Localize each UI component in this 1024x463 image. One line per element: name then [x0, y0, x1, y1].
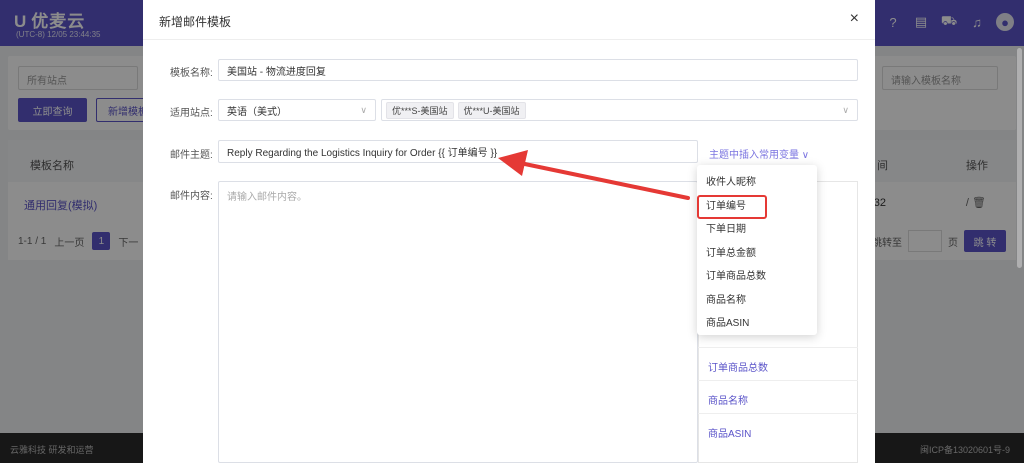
variables-dropdown-menu: 收件人昵称 订单编号 下单日期 订单总金额 订单商品总数 商品名称 商品ASIN [697, 165, 817, 335]
page-scrollbar[interactable] [1017, 48, 1022, 268]
subject-input[interactable]: Reply Regarding the Logistics Inquiry fo… [218, 140, 698, 163]
template-name-label: 模板名称: [170, 68, 213, 79]
menu-item-product-name[interactable]: 商品名称 [697, 287, 817, 311]
site-tag[interactable]: 优***S-美国站 [386, 101, 454, 119]
menu-item-order-date[interactable]: 下单日期 [697, 216, 817, 240]
variable-item[interactable]: 商品名称 [708, 392, 748, 407]
template-name-input[interactable]: 美国站 - 物流进度回复 [218, 59, 858, 81]
content-label: 邮件内容: [170, 191, 213, 202]
variable-item[interactable]: 订单商品总数 [708, 359, 768, 374]
site-label: 适用站点: [170, 108, 213, 119]
close-icon[interactable]: × [850, 10, 859, 28]
variables-divider [698, 347, 858, 348]
menu-item-recipient-nickname[interactable]: 收件人昵称 [697, 169, 817, 193]
language-value: 英语（美式） [227, 106, 287, 118]
sites-select[interactable]: 优***S-美国站 优***U-美国站 ∨ [381, 99, 858, 121]
variables-divider [698, 413, 858, 414]
subject-label: 邮件主题: [170, 150, 213, 161]
language-select[interactable]: 英语（美式） ∨ [218, 99, 376, 121]
menu-item-order-number[interactable]: 订单编号 [697, 193, 817, 218]
menu-item-product-asin[interactable]: 商品ASIN [697, 310, 817, 334]
content-textarea[interactable]: 请输入邮件内容。 [218, 181, 698, 463]
menu-item-order-item-count[interactable]: 订单商品总数 [697, 263, 817, 287]
insert-variable-dropdown[interactable]: 主题中插入常用变量 ∨ [709, 146, 809, 161]
new-template-dialog: 新增邮件模板 × 模板名称: 美国站 - 物流进度回复 适用站点: 英语（美式）… [143, 0, 875, 463]
chevron-down-icon: ∨ [842, 104, 849, 115]
dialog-divider [143, 39, 875, 40]
site-tag[interactable]: 优***U-美国站 [457, 101, 526, 119]
dialog-title: 新增邮件模板 [159, 15, 232, 29]
variable-item[interactable]: 商品ASIN [708, 425, 751, 440]
menu-item-order-total[interactable]: 订单总金额 [697, 240, 817, 264]
variables-divider [698, 380, 858, 381]
chevron-down-icon: ∨ [360, 104, 367, 115]
